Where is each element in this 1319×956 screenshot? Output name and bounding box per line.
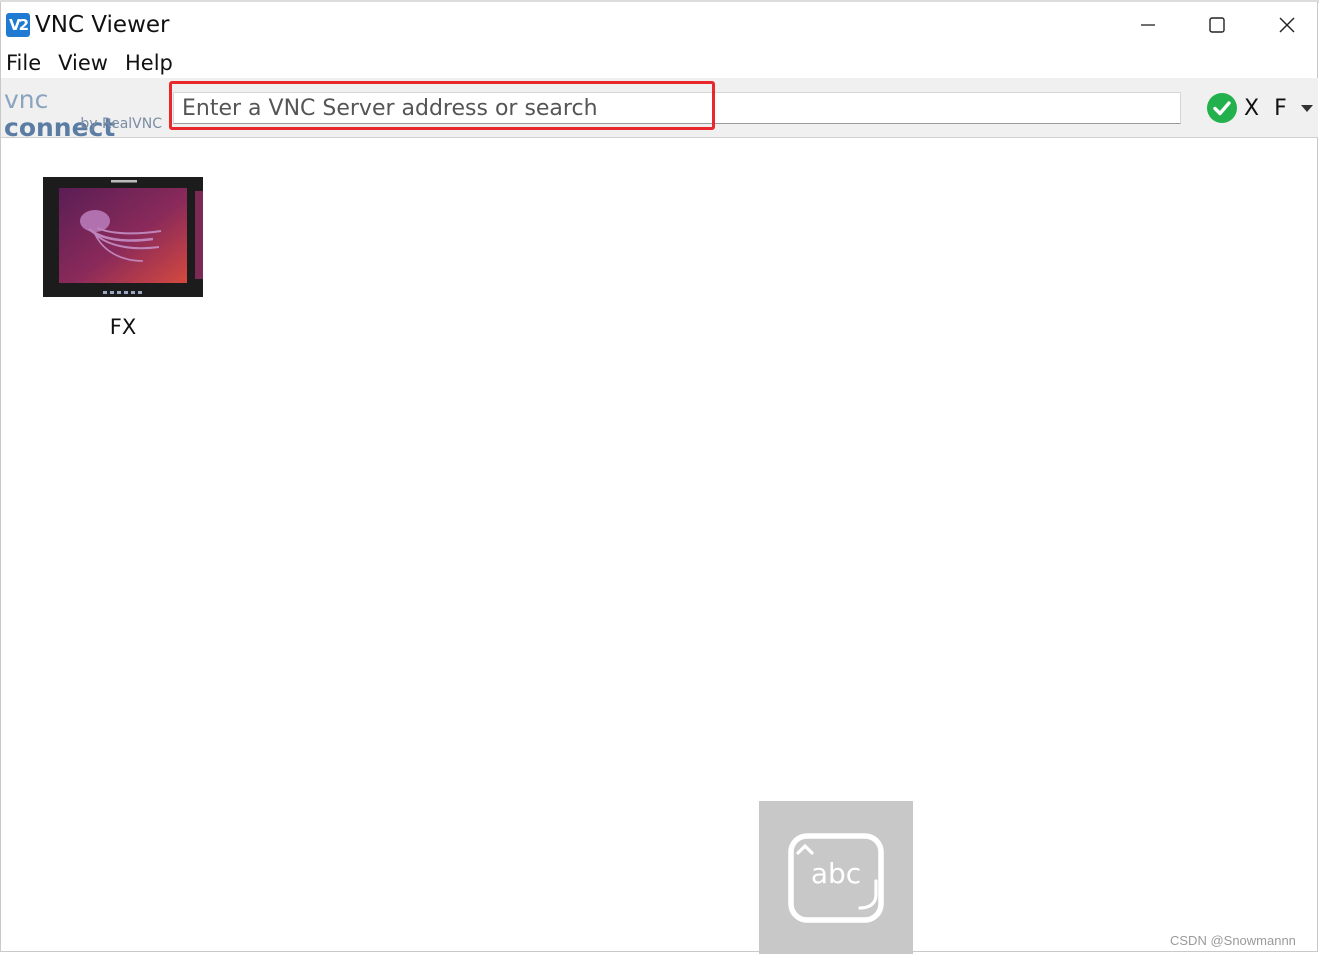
menu-view[interactable]: View (52, 48, 119, 78)
account-name: X F (1244, 95, 1291, 121)
search-box[interactable] (173, 92, 1181, 124)
vnc-app-icon: V2 (6, 13, 30, 37)
minimize-button[interactable] (1113, 4, 1183, 46)
touch-keyboard-button[interactable]: abc (759, 801, 913, 954)
watermark-text: CSDN @Snowmannn (1170, 933, 1296, 948)
window-title: VNC Viewer (35, 12, 170, 38)
maximize-button[interactable] (1182, 4, 1252, 46)
connection-thumbnail[interactable] (43, 177, 203, 297)
title-bar[interactable]: V2 VNC Viewer (0, 4, 1319, 46)
menu-file[interactable]: File (0, 48, 52, 78)
connection-label[interactable]: FX (43, 315, 203, 339)
menu-help[interactable]: Help (119, 48, 184, 78)
minimize-icon (1141, 24, 1155, 26)
menu-bar: File View Help (0, 48, 184, 78)
desktop-preview-image (43, 177, 203, 297)
brand-byline: by RealVNC (80, 116, 162, 132)
close-icon (1279, 17, 1295, 33)
keyboard-abc-text: abc (810, 857, 862, 890)
chevron-down-icon[interactable] (1300, 104, 1313, 112)
connection-tile[interactable]: FX (43, 177, 203, 339)
brand-vnc: vnc (4, 85, 49, 114)
signed-in-check-icon (1207, 93, 1237, 123)
toolbar: vnc connect by RealVNC X F (1, 78, 1318, 142)
account-menu[interactable]: X F (1207, 92, 1313, 124)
app-window (0, 2, 1318, 952)
vnc-connect-logo: vnc connect by RealVNC (4, 86, 164, 142)
server-address-search-input[interactable] (174, 93, 1180, 123)
close-button[interactable] (1252, 4, 1319, 46)
maximize-icon (1209, 17, 1225, 33)
brand-main: vnc connect (4, 86, 164, 142)
